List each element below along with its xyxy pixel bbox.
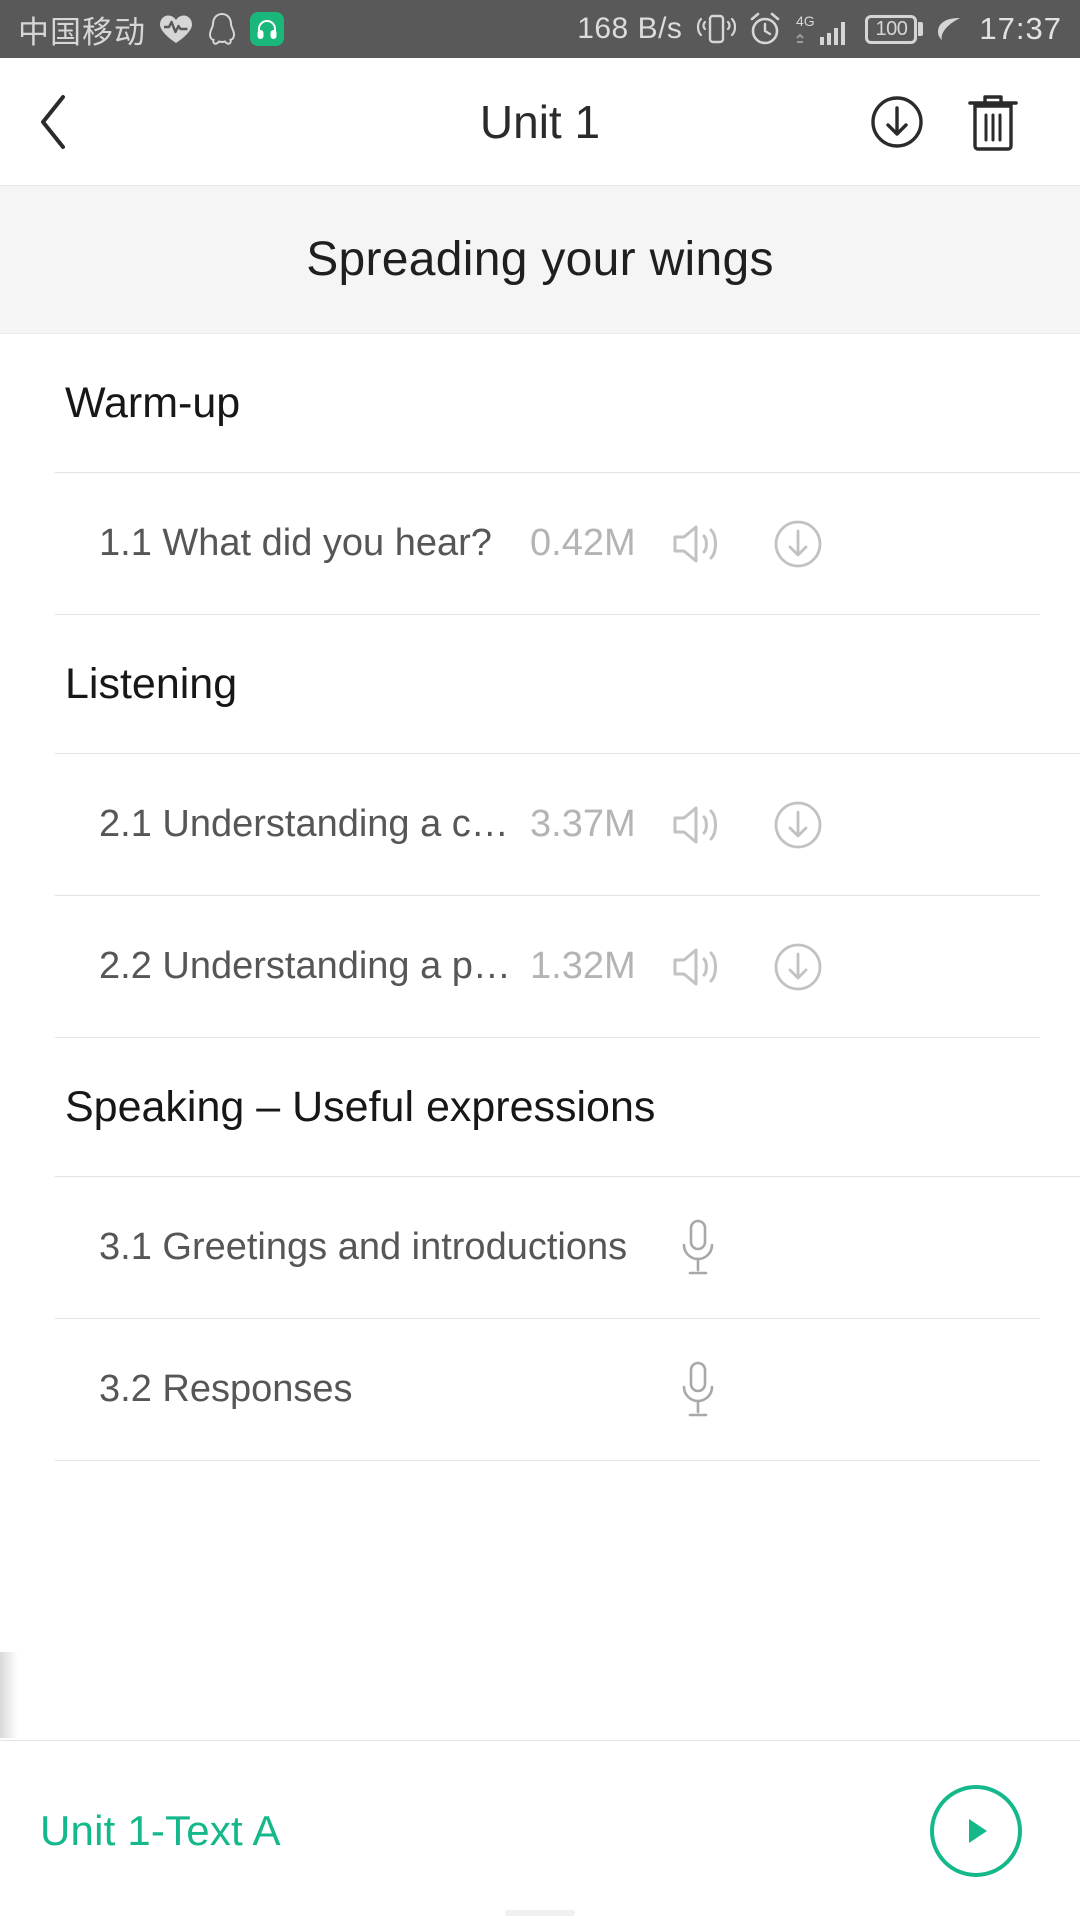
download-circle-icon — [866, 91, 928, 153]
network-speed-label: 168 B/s — [577, 12, 683, 45]
trash-icon — [965, 90, 1021, 154]
mini-player-bar[interactable]: Unit 1-Text A — [0, 1740, 1080, 1920]
status-bar: 中国移动 168 B/s 4G 100 17:37 — [0, 0, 1080, 58]
download-circle-icon — [769, 796, 827, 854]
speaker-button[interactable] — [662, 508, 734, 580]
download-button[interactable] — [762, 789, 834, 861]
microphone-icon — [675, 1216, 721, 1280]
section-header-speaking: Speaking – Useful expressions — [0, 1038, 1080, 1176]
download-circle-icon — [769, 938, 827, 996]
list-item[interactable]: 1.1 What did you hear? 0.42M — [0, 473, 1080, 614]
section-title: Listening — [65, 659, 238, 708]
status-bar-left: 中国移动 — [18, 7, 284, 52]
speaker-icon — [668, 939, 728, 995]
list-item-size: 1.32M — [530, 945, 636, 987]
battery-body: 100 — [865, 14, 918, 44]
status-bar-right: 168 B/s 4G 100 17:37 — [577, 11, 1062, 47]
battery-level-label: 100 — [875, 18, 908, 40]
microphone-icon — [675, 1358, 721, 1422]
list-item-title: 2.1 Understanding a c… — [99, 803, 509, 845]
list-item-title: 2.2 Understanding a p… — [99, 945, 511, 987]
back-button[interactable] — [0, 58, 110, 186]
4g-signal-icon: 4G — [794, 11, 854, 47]
heartbeat-icon — [158, 13, 194, 45]
lesson-banner: Spreading your wings — [0, 186, 1080, 334]
carrier-label: 中国移动 — [18, 14, 146, 51]
alarm-icon — [747, 11, 783, 47]
section-title: Speaking – Useful expressions — [65, 1082, 656, 1131]
download-circle-icon — [769, 515, 827, 573]
record-button[interactable] — [662, 1212, 734, 1284]
list-item[interactable]: 3.1 Greetings and introductions — [0, 1177, 1080, 1318]
lesson-list[interactable]: Warm-up 1.1 What did you hear? 0.42M Lis… — [0, 334, 1080, 1461]
list-item-content: 3.1 Greetings and introductions — [0, 1177, 1080, 1318]
download-button[interactable] — [762, 931, 834, 1003]
battery-icon: 100 — [865, 14, 924, 44]
qq-icon — [206, 12, 238, 46]
record-button[interactable] — [662, 1354, 734, 1426]
svg-text:4G: 4G — [796, 13, 815, 29]
list-item-content: 2.1 Understanding a c… 3.37M — [0, 754, 1080, 895]
clock-time-label: 17:37 — [979, 11, 1062, 46]
battery-cap — [918, 22, 924, 36]
list-item[interactable]: 3.2 Responses — [0, 1319, 1080, 1460]
list-item-size: 3.37M — [530, 803, 636, 845]
list-item[interactable]: 2.2 Understanding a p… 1.32M — [0, 896, 1080, 1037]
section-title: Warm-up — [65, 378, 241, 427]
play-icon — [954, 1809, 998, 1853]
list-item-content: 1.1 What did you hear? 0.42M — [0, 473, 1080, 614]
player-track-title[interactable]: Unit 1-Text A — [40, 1807, 281, 1855]
lesson-banner-title: Spreading your wings — [306, 233, 774, 286]
speaker-icon — [668, 797, 728, 853]
chevron-left-icon — [33, 91, 77, 153]
play-button[interactable] — [930, 1784, 1022, 1877]
list-item[interactable]: 2.1 Understanding a c… 3.37M — [0, 754, 1080, 895]
scroll-edge-shadow — [0, 1652, 18, 1738]
nav-hint — [505, 1910, 575, 1916]
list-item-size: 0.42M — [530, 522, 636, 564]
divider — [55, 1460, 1040, 1461]
speaker-icon — [668, 516, 728, 572]
vibrate-icon — [696, 11, 737, 47]
list-item-content: 3.2 Responses — [0, 1319, 1080, 1460]
app-bar: Unit 1 — [0, 58, 1080, 186]
list-item-title: 3.2 Responses — [99, 1368, 353, 1410]
list-item-title: 1.1 What did you hear? — [99, 522, 492, 564]
app-bar-actions — [864, 89, 1080, 155]
speaker-button[interactable] — [662, 931, 734, 1003]
list-item-content: 2.2 Understanding a p… 1.32M — [0, 896, 1080, 1037]
delete-button[interactable] — [960, 89, 1026, 155]
section-header-listening: Listening — [0, 615, 1080, 753]
download-button[interactable] — [762, 508, 834, 580]
headphones-icon — [250, 12, 284, 46]
list-item-title: 3.1 Greetings and introductions — [99, 1226, 628, 1268]
download-all-button[interactable] — [864, 89, 930, 155]
leaf-icon — [934, 14, 964, 44]
speaker-button[interactable] — [662, 789, 734, 861]
section-header-warm-up: Warm-up — [0, 334, 1080, 472]
